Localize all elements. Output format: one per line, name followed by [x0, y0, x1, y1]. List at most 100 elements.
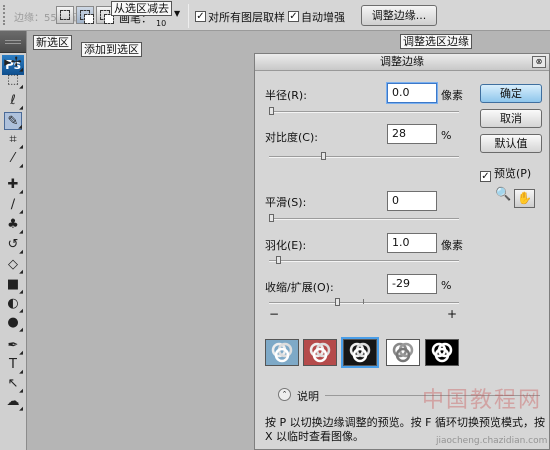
- rings-icon: [309, 342, 331, 363]
- brush-tool-icon[interactable]: ∕ ◢: [4, 196, 23, 215]
- callout-add-selection: 添加到选区: [81, 42, 142, 57]
- options-bar-grip[interactable]: [3, 5, 13, 25]
- feather-label: 羽化(E):: [265, 239, 307, 252]
- toolbox-header[interactable]: [0, 31, 26, 53]
- preview-mode-quick-mask[interactable]: [303, 339, 337, 366]
- marquee-tool-icon[interactable]: ⬚ ◢: [4, 71, 23, 90]
- eyedropper-tool-icon[interactable]: ⁄ ◢: [4, 150, 23, 169]
- callout-refine-edge: 调整选区边缘: [400, 34, 472, 49]
- quick-selection-tool-icon[interactable]: ✎ ◢: [4, 112, 22, 130]
- eraser-tool-icon[interactable]: ◇ ◢: [4, 256, 23, 275]
- contrast-slider[interactable]: [269, 152, 459, 160]
- path-selection-tool-icon[interactable]: ↖ ◢: [4, 375, 23, 394]
- tool-flyout-indicator: ◢: [19, 163, 23, 169]
- history-brush-tool-icon[interactable]: ↺ ◢: [4, 236, 23, 255]
- feather-slider[interactable]: [269, 256, 459, 264]
- callout-subtract: 从选区减去: [111, 1, 172, 16]
- tool-flyout-indicator: ◢: [19, 406, 23, 412]
- rings-icon: [271, 342, 293, 363]
- contract-expand-unit: %: [441, 279, 452, 292]
- brush-size[interactable]: 10: [156, 19, 166, 28]
- auto-enhance-label: 自动增强: [301, 11, 345, 24]
- tool-flyout-indicator: ◢: [19, 327, 23, 333]
- subtract-selection-icon: [100, 10, 114, 24]
- contract-expand-slider[interactable]: [269, 298, 459, 306]
- radius-label: 半径(R):: [265, 89, 307, 102]
- healing-brush-tool-icon[interactable]: ✚ ◢: [4, 176, 23, 195]
- auto-enhance-checkbox[interactable]: ✓: [288, 11, 299, 22]
- options-bar: 边缘：55：F正常 画笔： 10 ▼ ✓ 对所有图层取样 ✓ 自动增强 调整边缘…: [0, 0, 550, 31]
- radius-input[interactable]: 0.0: [387, 83, 437, 103]
- rings-icon: [349, 342, 371, 363]
- tool-flyout-indicator: ◢: [19, 229, 23, 235]
- tool-flyout-indicator: ◢: [19, 84, 23, 90]
- contract-expand-slider-knob[interactable]: [334, 298, 340, 306]
- lasso-tool-icon[interactable]: ℓ ◢: [4, 92, 23, 111]
- shape-tool-icon[interactable]: ☁ ◢: [4, 393, 24, 412]
- blur-tool-icon[interactable]: ◐ ◢: [4, 295, 23, 314]
- tool-flyout-indicator: ◢: [19, 249, 23, 255]
- preview-label: 预览(P): [494, 167, 532, 180]
- smooth-label: 平滑(S):: [265, 196, 307, 209]
- preview-checkbox[interactable]: ✓: [480, 171, 491, 182]
- contrast-unit: %: [441, 129, 452, 142]
- plus-icon: +: [447, 307, 458, 321]
- new-selection-button[interactable]: [56, 6, 74, 24]
- feather-unit: 像素: [441, 239, 463, 252]
- separator: [188, 4, 189, 28]
- new-selection-icon: [60, 10, 70, 20]
- radius-unit: 像素: [441, 89, 463, 102]
- close-icon[interactable]: ⊗: [532, 56, 546, 68]
- radius-slider-knob[interactable]: [269, 107, 274, 115]
- crop-tool-icon[interactable]: ⌗ ◢: [4, 131, 23, 150]
- contract-expand-label: 收缩/扩展(O):: [265, 281, 334, 294]
- default-button[interactable]: 默认值: [480, 134, 542, 153]
- dialog-title: 调整边缘: [255, 54, 549, 71]
- brush-dropdown-icon[interactable]: ▼: [174, 9, 180, 18]
- contrast-slider-knob[interactable]: [320, 152, 326, 160]
- cancel-button[interactable]: 取消: [480, 109, 542, 128]
- smooth-slider[interactable]: [269, 214, 459, 222]
- smooth-slider-knob[interactable]: [269, 214, 274, 222]
- contract-expand-input[interactable]: -29: [387, 274, 437, 294]
- hand-icon[interactable]: ✋: [514, 189, 535, 208]
- smooth-input[interactable]: 0: [387, 191, 437, 211]
- tool-flyout-indicator: ◢: [19, 189, 23, 195]
- add-to-selection-button[interactable]: [76, 6, 94, 24]
- radius-slider[interactable]: [269, 107, 459, 115]
- refine-edge-button[interactable]: 调整边缘...: [361, 5, 437, 26]
- sample-all-layers-label: 对所有图层取样: [208, 11, 285, 24]
- pen-tool-icon[interactable]: ✒ ◢: [4, 337, 23, 356]
- refine-edge-dialog: 调整边缘 ⊗ 半径(R): 0.0 像素 对比度(C): 28 % 平滑(S):…: [254, 53, 550, 450]
- preview-mode-on-black[interactable]: [341, 337, 379, 368]
- toolbox: Ps ▸✢ ◢ ⬚ ◢ ℓ ◢ ✎ ◢ ⌗ ◢ ⁄ ◢ ✚ ◢ ∕ ◢ ♣ ◢ ↺ ◢ ◇ ◢ ■ ◢ ◐ ◢ ● ◢ ✒ ◢ T ◢ ↖ ◢ ☁ ◢: [0, 31, 27, 450]
- description-label: 说明: [297, 390, 319, 403]
- feather-input[interactable]: 1.0: [387, 233, 437, 253]
- preview-row: ✓ 预览(P): [480, 165, 531, 182]
- dodge-tool-icon[interactable]: ● ◢: [4, 314, 23, 333]
- type-tool-icon[interactable]: T ◢: [4, 356, 23, 375]
- tool-flyout-indicator: ◢: [19, 209, 23, 215]
- tool-flyout-indicator: ◢: [19, 269, 23, 275]
- rings-icon: [431, 342, 453, 363]
- contrast-input[interactable]: 28: [387, 124, 437, 144]
- move-tool-icon[interactable]: ▸✢ ◢: [4, 54, 23, 73]
- description-divider: [325, 395, 540, 396]
- description-toggle-icon[interactable]: ⌃: [278, 388, 291, 401]
- description-text: 按 P 以切换边缘调整的预览。按 F 循环切换预览模式，按 X 以临时查看图像。: [265, 416, 545, 443]
- slider-center-tick: [363, 299, 364, 304]
- preview-mode-on-white[interactable]: [386, 339, 420, 366]
- preview-mode-mask[interactable]: [425, 339, 459, 366]
- feather-slider-knob[interactable]: [276, 256, 282, 264]
- preview-mode-standard[interactable]: [265, 339, 299, 366]
- tool-flyout-indicator: ◢: [19, 105, 23, 111]
- tool-flyout-indicator: ◢: [18, 124, 22, 130]
- callout-new-selection: 新选区: [33, 35, 72, 50]
- add-selection-icon: [80, 10, 94, 24]
- clone-stamp-tool-icon[interactable]: ♣ ◢: [4, 216, 23, 235]
- zoom-icon[interactable]: 🔍: [495, 187, 511, 202]
- gradient-tool-icon[interactable]: ■ ◢: [4, 276, 23, 295]
- sample-all-layers-checkbox[interactable]: ✓: [195, 11, 206, 22]
- ok-button[interactable]: 确定: [480, 84, 542, 103]
- minus-icon: −: [269, 307, 280, 321]
